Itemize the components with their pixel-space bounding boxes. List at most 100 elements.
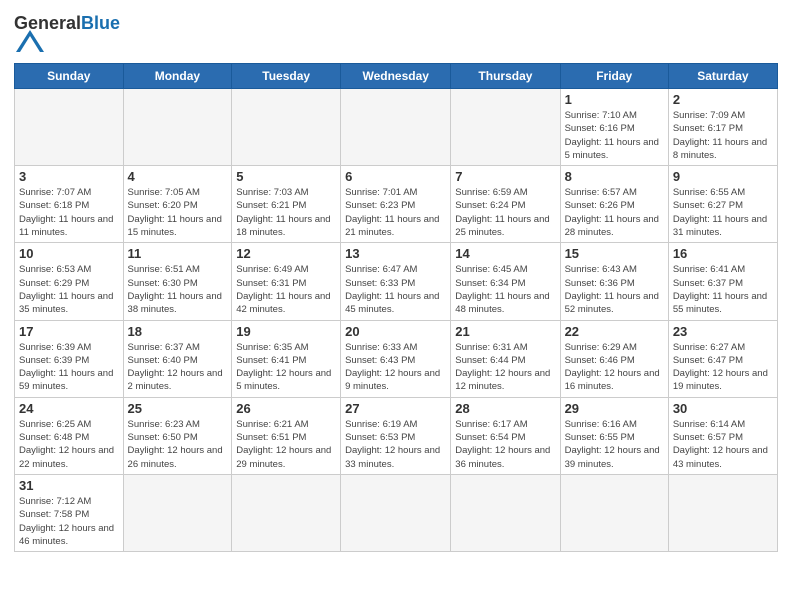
calendar-cell: 1 Sunrise: 7:10 AM Sunset: 6:16 PM Daylig… bbox=[560, 89, 668, 166]
day-number: 2 bbox=[673, 92, 773, 107]
week-row-5: 31 Sunrise: 7:12 AM Sunset: 7:58 PM Dayli… bbox=[15, 474, 778, 551]
day-info: Sunrise: 6:49 AM Sunset: 6:31 PM Dayligh… bbox=[236, 263, 336, 316]
day-info: Sunrise: 7:05 AM Sunset: 6:20 PM Dayligh… bbox=[128, 186, 228, 239]
week-row-4: 24 Sunrise: 6:25 AM Sunset: 6:48 PM Dayli… bbox=[15, 397, 778, 474]
day-number: 17 bbox=[19, 324, 119, 339]
day-number: 1 bbox=[565, 92, 664, 107]
calendar-cell: 25 Sunrise: 6:23 AM Sunset: 6:50 PM Dayli… bbox=[123, 397, 232, 474]
day-info: Sunrise: 6:59 AM Sunset: 6:24 PM Dayligh… bbox=[455, 186, 555, 239]
calendar-cell: 19 Sunrise: 6:35 AM Sunset: 6:41 PM Dayli… bbox=[232, 320, 341, 397]
day-number: 11 bbox=[128, 246, 228, 261]
calendar-cell: 2 Sunrise: 7:09 AM Sunset: 6:17 PM Daylig… bbox=[668, 89, 777, 166]
day-number: 24 bbox=[19, 401, 119, 416]
calendar-cell bbox=[232, 474, 341, 551]
day-info: Sunrise: 7:12 AM Sunset: 7:58 PM Dayligh… bbox=[19, 495, 119, 548]
logo-icon bbox=[16, 30, 44, 52]
day-info: Sunrise: 6:37 AM Sunset: 6:40 PM Dayligh… bbox=[128, 341, 228, 394]
day-number: 15 bbox=[565, 246, 664, 261]
day-number: 21 bbox=[455, 324, 555, 339]
day-number: 6 bbox=[345, 169, 446, 184]
calendar-cell: 31 Sunrise: 7:12 AM Sunset: 7:58 PM Dayli… bbox=[15, 474, 124, 551]
weekday-header-monday: Monday bbox=[123, 64, 232, 89]
calendar-cell: 18 Sunrise: 6:37 AM Sunset: 6:40 PM Dayli… bbox=[123, 320, 232, 397]
day-info: Sunrise: 6:39 AM Sunset: 6:39 PM Dayligh… bbox=[19, 341, 119, 394]
day-info: Sunrise: 6:41 AM Sunset: 6:37 PM Dayligh… bbox=[673, 263, 773, 316]
calendar-cell: 26Sunrise: 6:21 AM Sunset: 6:51 PM Dayli… bbox=[232, 397, 341, 474]
day-info: Sunrise: 6:55 AM Sunset: 6:27 PM Dayligh… bbox=[673, 186, 773, 239]
calendar-cell bbox=[15, 89, 124, 166]
calendar-cell: 29 Sunrise: 6:16 AM Sunset: 6:55 PM Dayli… bbox=[560, 397, 668, 474]
calendar-cell bbox=[451, 89, 560, 166]
day-info: Sunrise: 6:53 AM Sunset: 6:29 PM Dayligh… bbox=[19, 263, 119, 316]
day-number: 31 bbox=[19, 478, 119, 493]
calendar-cell: 7 Sunrise: 6:59 AM Sunset: 6:24 PM Daylig… bbox=[451, 166, 560, 243]
day-number: 28 bbox=[455, 401, 555, 416]
day-number: 13 bbox=[345, 246, 446, 261]
calendar-cell: 17 Sunrise: 6:39 AM Sunset: 6:39 PM Dayli… bbox=[15, 320, 124, 397]
day-info: Sunrise: 6:27 AM Sunset: 6:47 PM Dayligh… bbox=[673, 341, 773, 394]
calendar-cell: 27 Sunrise: 6:19 AM Sunset: 6:53 PM Dayli… bbox=[341, 397, 451, 474]
calendar-cell: 3 Sunrise: 7:07 AM Sunset: 6:18 PM Daylig… bbox=[15, 166, 124, 243]
calendar-cell: 4 Sunrise: 7:05 AM Sunset: 6:20 PM Daylig… bbox=[123, 166, 232, 243]
day-info: Sunrise: 6:43 AM Sunset: 6:36 PM Dayligh… bbox=[565, 263, 664, 316]
day-info: Sunrise: 6:29 AM Sunset: 6:46 PM Dayligh… bbox=[565, 341, 664, 394]
weekday-header-thursday: Thursday bbox=[451, 64, 560, 89]
day-info: Sunrise: 6:31 AM Sunset: 6:44 PM Dayligh… bbox=[455, 341, 555, 394]
weekday-header-tuesday: Tuesday bbox=[232, 64, 341, 89]
day-number: 18 bbox=[128, 324, 228, 339]
day-info: Sunrise: 6:33 AM Sunset: 6:43 PM Dayligh… bbox=[345, 341, 446, 394]
calendar-cell bbox=[668, 474, 777, 551]
calendar-cell: 13Sunrise: 6:47 AM Sunset: 6:33 PM Dayli… bbox=[341, 243, 451, 320]
day-info: Sunrise: 7:01 AM Sunset: 6:23 PM Dayligh… bbox=[345, 186, 446, 239]
day-info: Sunrise: 6:19 AM Sunset: 6:53 PM Dayligh… bbox=[345, 418, 446, 471]
day-number: 4 bbox=[128, 169, 228, 184]
day-info: Sunrise: 6:23 AM Sunset: 6:50 PM Dayligh… bbox=[128, 418, 228, 471]
calendar-cell bbox=[232, 89, 341, 166]
calendar-cell: 15 Sunrise: 6:43 AM Sunset: 6:36 PM Dayli… bbox=[560, 243, 668, 320]
day-number: 8 bbox=[565, 169, 664, 184]
day-info: Sunrise: 7:07 AM Sunset: 6:18 PM Dayligh… bbox=[19, 186, 119, 239]
calendar-cell: 5Sunrise: 7:03 AM Sunset: 6:21 PM Daylig… bbox=[232, 166, 341, 243]
day-info: Sunrise: 6:16 AM Sunset: 6:55 PM Dayligh… bbox=[565, 418, 664, 471]
day-info: Sunrise: 6:51 AM Sunset: 6:30 PM Dayligh… bbox=[128, 263, 228, 316]
day-number: 29 bbox=[565, 401, 664, 416]
day-number: 22 bbox=[565, 324, 664, 339]
day-number: 20 bbox=[345, 324, 446, 339]
day-info: Sunrise: 7:09 AM Sunset: 6:17 PM Dayligh… bbox=[673, 109, 773, 162]
calendar: SundayMondayTuesdayWednesdayThursdayFrid… bbox=[14, 63, 778, 552]
day-number: 23 bbox=[673, 324, 773, 339]
day-info: Sunrise: 6:45 AM Sunset: 6:34 PM Dayligh… bbox=[455, 263, 555, 316]
day-info: Sunrise: 6:25 AM Sunset: 6:48 PM Dayligh… bbox=[19, 418, 119, 471]
calendar-cell: 30Sunrise: 6:14 AM Sunset: 6:57 PM Dayli… bbox=[668, 397, 777, 474]
header: GeneralBlue bbox=[14, 10, 778, 57]
day-number: 25 bbox=[128, 401, 228, 416]
calendar-cell bbox=[451, 474, 560, 551]
day-number: 26 bbox=[236, 401, 336, 416]
logo-blue: Blue bbox=[81, 13, 120, 33]
calendar-cell: 16Sunrise: 6:41 AM Sunset: 6:37 PM Dayli… bbox=[668, 243, 777, 320]
calendar-cell bbox=[123, 89, 232, 166]
day-info: Sunrise: 6:17 AM Sunset: 6:54 PM Dayligh… bbox=[455, 418, 555, 471]
calendar-cell: 12Sunrise: 6:49 AM Sunset: 6:31 PM Dayli… bbox=[232, 243, 341, 320]
day-number: 3 bbox=[19, 169, 119, 184]
calendar-cell: 14Sunrise: 6:45 AM Sunset: 6:34 PM Dayli… bbox=[451, 243, 560, 320]
day-number: 19 bbox=[236, 324, 336, 339]
day-number: 5 bbox=[236, 169, 336, 184]
calendar-cell: 10Sunrise: 6:53 AM Sunset: 6:29 PM Dayli… bbox=[15, 243, 124, 320]
day-info: Sunrise: 6:14 AM Sunset: 6:57 PM Dayligh… bbox=[673, 418, 773, 471]
day-info: Sunrise: 6:57 AM Sunset: 6:26 PM Dayligh… bbox=[565, 186, 664, 239]
weekday-header-row: SundayMondayTuesdayWednesdayThursdayFrid… bbox=[15, 64, 778, 89]
calendar-cell: 20 Sunrise: 6:33 AM Sunset: 6:43 PM Dayli… bbox=[341, 320, 451, 397]
day-info: Sunrise: 7:10 AM Sunset: 6:16 PM Dayligh… bbox=[565, 109, 664, 162]
calendar-cell: 24 Sunrise: 6:25 AM Sunset: 6:48 PM Dayli… bbox=[15, 397, 124, 474]
day-number: 7 bbox=[455, 169, 555, 184]
week-row-0: 1 Sunrise: 7:10 AM Sunset: 6:16 PM Daylig… bbox=[15, 89, 778, 166]
week-row-3: 17 Sunrise: 6:39 AM Sunset: 6:39 PM Dayli… bbox=[15, 320, 778, 397]
day-number: 27 bbox=[345, 401, 446, 416]
calendar-cell: 22 Sunrise: 6:29 AM Sunset: 6:46 PM Dayli… bbox=[560, 320, 668, 397]
calendar-cell bbox=[123, 474, 232, 551]
day-info: Sunrise: 6:35 AM Sunset: 6:41 PM Dayligh… bbox=[236, 341, 336, 394]
calendar-cell: 8 Sunrise: 6:57 AM Sunset: 6:26 PM Daylig… bbox=[560, 166, 668, 243]
logo: GeneralBlue bbox=[14, 14, 120, 57]
calendar-cell: 9Sunrise: 6:55 AM Sunset: 6:27 PM Daylig… bbox=[668, 166, 777, 243]
